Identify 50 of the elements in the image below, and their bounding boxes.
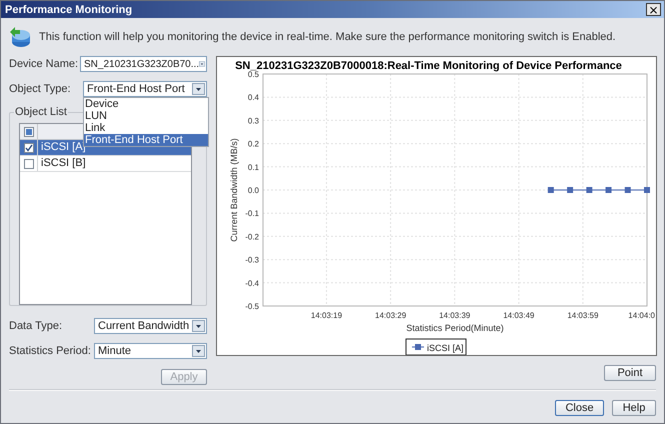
axis-tick-label: 14:03:49 — [503, 311, 534, 320]
table-cell-text: iSCSI [B] — [40, 156, 86, 171]
chart-title: SN_210231G323Z0B7000018:Real-Time Monitoring of Device Performance — [235, 60, 622, 72]
dropdown-field[interactable]: Front-End Host Port — [83, 81, 207, 97]
dropdown-field[interactable]: Current Bandwidth — [94, 318, 207, 334]
intro-text: This function will help you monitoring the device in real-time. Make sure the performance monitoring switch is Enabled. — [39, 31, 616, 43]
data-point — [548, 187, 554, 193]
data-point — [567, 187, 574, 193]
point-button[interactable]: Point — [604, 365, 656, 381]
axis-tick-label: 0.0 — [248, 186, 259, 195]
window-title: Performance Monitoring — [5, 4, 132, 16]
field-label: Data Type: — [9, 320, 62, 332]
axis-tick-label: 0.5 — [248, 70, 259, 79]
dialog-button[interactable]: Help — [612, 400, 656, 416]
dropdown-option[interactable]: Front-End Host Port — [84, 134, 208, 146]
field-label: Statistics Period: — [9, 345, 91, 357]
close-button[interactable]: × — [646, 3, 661, 16]
axis-tick-label: 14:04:0 — [628, 311, 655, 320]
dialog-button[interactable]: Close — [555, 400, 604, 416]
table-row[interactable]: iSCSI [B] — [20, 156, 191, 172]
axis-tick-label: 0.1 — [248, 162, 259, 172]
axis-tick-label: -0.3 — [245, 256, 259, 265]
chart-legend: iSCSI [A] — [406, 338, 466, 355]
axis-tick-label: 0.2 — [248, 140, 259, 149]
y-axis-label: Current Bandwidth (MB/s) — [229, 138, 239, 242]
row-checkbox[interactable] — [24, 158, 34, 168]
axis-tick-label: 14:03:39 — [439, 311, 470, 320]
axis-tick-label: -0.5 — [245, 302, 259, 311]
data-point — [606, 187, 612, 193]
x-axis-label: Statistics Period(Minute) — [406, 323, 504, 333]
axis-tick-label: -0.4 — [245, 278, 259, 288]
group-title: Object List — [14, 106, 68, 118]
data-point — [644, 187, 650, 193]
axis-tick-label: 14:03:59 — [567, 311, 598, 320]
field-label: Object Type: — [9, 83, 71, 95]
axis-tick-label: 14:03:29 — [375, 311, 406, 320]
axis-tick-label: -0.2 — [245, 232, 259, 242]
select-all-checkbox[interactable] — [24, 126, 34, 136]
data-point — [586, 187, 592, 193]
legend-label: iSCSI [A] — [427, 343, 464, 353]
data-point — [624, 187, 631, 193]
axis-tick-label: 14:03:19 — [310, 311, 342, 320]
monitor-disk-icon — [9, 26, 31, 48]
axis-tick-label: 0.3 — [248, 116, 259, 126]
axis-tick-label: -0.1 — [245, 209, 259, 218]
dropdown-field[interactable]: Minute — [94, 343, 207, 359]
dropdown-field[interactable]: SN_210231G323Z0B70... — [80, 56, 207, 72]
field-label: Device Name: — [9, 58, 78, 70]
row-checkbox[interactable] — [24, 142, 34, 152]
axis-tick-label: 0.4 — [248, 93, 259, 102]
